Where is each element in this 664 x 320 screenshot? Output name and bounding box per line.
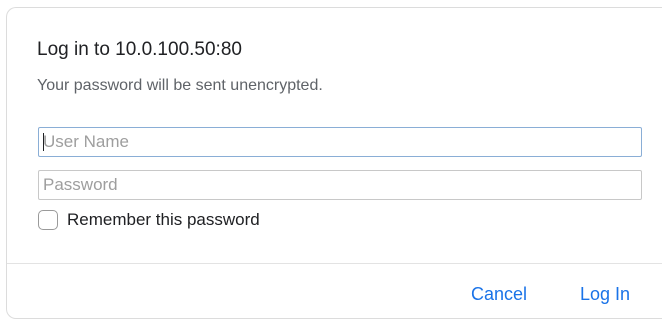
login-button[interactable]: Log In: [580, 284, 630, 305]
password-field[interactable]: [38, 170, 642, 200]
cancel-button[interactable]: Cancel: [471, 284, 527, 305]
dialog-subtitle: Your password will be sent unencrypted.: [37, 77, 323, 94]
remember-password-option[interactable]: Remember this password: [38, 210, 260, 230]
remember-password-label: Remember this password: [67, 210, 260, 229]
username-field[interactable]: [38, 127, 642, 157]
footer-divider: [7, 263, 662, 264]
remember-password-checkbox[interactable]: [38, 210, 58, 230]
dialog-title: Log in to 10.0.100.50:80: [37, 39, 242, 60]
text-caret: [43, 133, 44, 151]
login-dialog: Log in to 10.0.100.50:80 Your password w…: [6, 7, 662, 319]
